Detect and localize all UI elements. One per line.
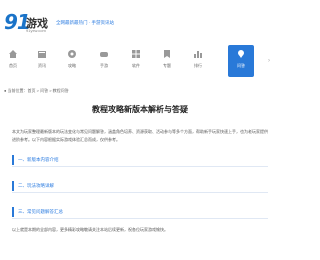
news-icon <box>38 51 46 58</box>
nav-label: 攻略 <box>68 63 76 68</box>
section-title: 一、新版本内容介绍 <box>18 157 59 162</box>
nav-item-ranking[interactable]: 排行 <box>185 45 211 77</box>
nav-label: 排行 <box>194 63 202 68</box>
section-title: 二、玩法攻略详解 <box>18 183 54 188</box>
divider <box>12 192 268 193</box>
article-outro: 以上就是本期的全部内容，更多精彩攻略敬请关注本站后续更新，祝各位玩家游戏愉快。 <box>12 227 168 232</box>
page: 91 游戏 91yxw.com 全网最新最热门 · 手游资讯站 首页 资讯 攻略… <box>0 0 280 260</box>
main-nav: 首页 资讯 攻略 手游 软件 专题 排行 合集 <box>0 45 280 77</box>
site-logo[interactable]: 91 游戏 91yxw.com <box>4 10 52 36</box>
guide-icon <box>68 50 76 58</box>
gamepad-icon <box>100 52 108 57</box>
qa-icon <box>238 50 244 58</box>
divider <box>12 166 268 167</box>
section-title: 三、常见问题解答汇总 <box>18 209 63 214</box>
divider <box>12 218 268 219</box>
section-heading: 二、玩法攻略详解 <box>12 180 268 193</box>
nav-label: 专题 <box>163 63 171 68</box>
nav-label: 软件 <box>132 63 140 68</box>
nav-item-news[interactable]: 资讯 <box>29 45 55 77</box>
nav-label: 资讯 <box>38 63 46 68</box>
nav-item-mobile-games[interactable]: 手游 <box>91 45 117 77</box>
app-icon <box>132 50 140 58</box>
section-heading: 一、新版本内容介绍 <box>12 154 268 167</box>
nav-item-apps[interactable]: 软件 <box>123 45 149 77</box>
topic-icon <box>164 50 170 58</box>
breadcrumb: ● 当前位置：首页 > 问答 > 教程问答 <box>4 88 69 93</box>
nav-item-qa[interactable]: 问答 <box>228 45 254 77</box>
nav-item-topics[interactable]: 专题 <box>154 45 180 77</box>
section-marker <box>12 155 14 165</box>
logo-subtext: 91yxw.com <box>26 28 46 33</box>
nav-label: 首页 <box>9 63 17 68</box>
section-marker <box>12 181 14 191</box>
site-header: 91 游戏 91yxw.com 全网最新最热门 · 手游资讯站 <box>0 0 280 40</box>
section-marker <box>12 207 14 217</box>
nav-more-arrow[interactable]: › <box>268 58 270 64</box>
nav-item-guide[interactable]: 攻略 <box>59 45 85 77</box>
section-heading: 三、常见问题解答汇总 <box>12 206 268 219</box>
nav-label: 问答 <box>237 63 245 68</box>
rank-icon <box>194 51 202 58</box>
nav-item-home[interactable]: 首页 <box>0 45 26 77</box>
site-slogan: 全网最新最热门 · 手游资讯站 <box>56 20 114 25</box>
article-intro: 本文为玩家整理最新版本的玩法变化与常见问题解答，涵盖角色培养、资源获取、活动参与… <box>12 129 268 142</box>
article-title: 教程攻略新版本解析与答疑 <box>92 105 188 114</box>
home-icon <box>9 50 17 58</box>
nav-label: 手游 <box>100 63 108 68</box>
